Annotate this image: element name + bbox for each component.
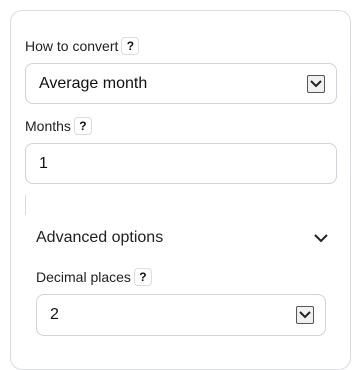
advanced-options-title: Advanced options bbox=[36, 229, 164, 246]
months-label: Months bbox=[25, 118, 71, 134]
how-to-convert-select[interactable]: Average month bbox=[25, 63, 337, 104]
how-to-convert-label: How to convert bbox=[25, 38, 119, 54]
decimal-places-value: 2 bbox=[50, 306, 59, 323]
chevron-down-icon bbox=[296, 306, 314, 324]
advanced-options-toggle[interactable]: Advanced options bbox=[36, 224, 333, 252]
section-divider bbox=[25, 195, 26, 215]
help-icon[interactable]: ? bbox=[121, 37, 140, 55]
chevron-down-icon bbox=[314, 234, 328, 243]
months-label-row: Months ? bbox=[25, 117, 92, 135]
months-value: 1 bbox=[39, 154, 48, 172]
decimal-places-label: Decimal places bbox=[36, 269, 131, 285]
months-input[interactable]: 1 bbox=[25, 143, 337, 184]
how-to-convert-label-row: How to convert ? bbox=[25, 37, 140, 55]
how-to-convert-value: Average month bbox=[39, 74, 148, 92]
chevron-down-icon bbox=[307, 74, 325, 93]
help-icon[interactable]: ? bbox=[133, 268, 152, 286]
decimal-places-label-row: Decimal places ? bbox=[36, 268, 152, 286]
help-icon[interactable]: ? bbox=[73, 117, 92, 135]
decimal-places-select[interactable]: 2 bbox=[36, 294, 326, 336]
